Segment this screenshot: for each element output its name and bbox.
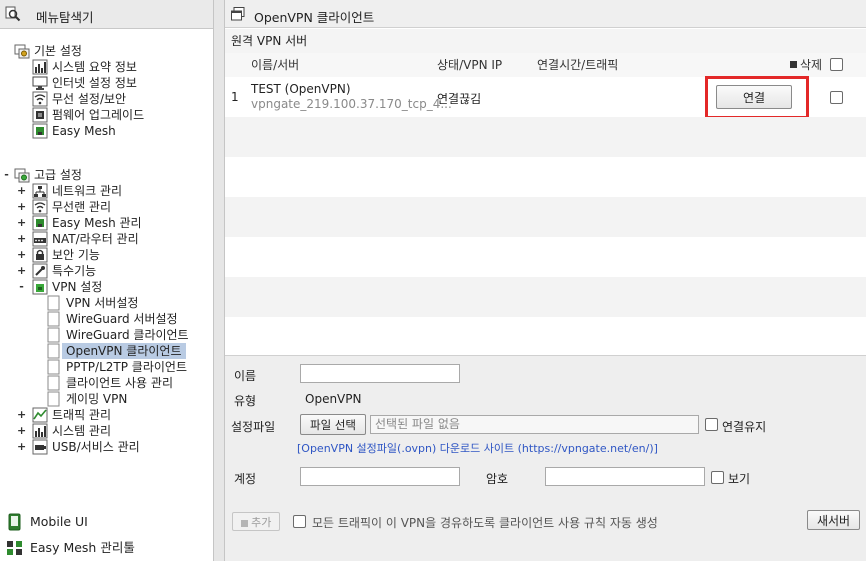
lock-icon [32, 247, 48, 263]
security-expander[interactable]: + [17, 247, 26, 263]
network-expander[interactable]: + [17, 183, 26, 199]
system-expander[interactable]: + [17, 423, 26, 439]
page-icon [46, 311, 62, 327]
row-name: TEST (OpenVPN) [251, 82, 351, 96]
advanced-settings-expander[interactable]: - [2, 167, 11, 183]
empty-row [225, 117, 866, 157]
highlight-box [705, 76, 809, 119]
openvpn-client-panel: OpenVPN 클라이언트 원격 VPN 서버 이름/서버 상태/VPN IP … [225, 0, 866, 561]
selected-menu-label: OpenVPN 클라이언트 [62, 343, 186, 359]
add-server-form: 이름 유형 OpenVPN 설정파일 파일 선택 선택된 파일 없음 연결유지 … [225, 355, 866, 561]
empty-row [225, 197, 866, 237]
add-button[interactable]: 추가 [232, 512, 280, 531]
usb-service-expander[interactable]: + [17, 439, 26, 455]
window-icon [231, 7, 245, 21]
col-status: 상태/VPN IP [437, 58, 503, 72]
new-server-button[interactable]: 새서버 [807, 510, 860, 530]
vpn-settings-expander[interactable]: - [17, 279, 26, 295]
router-icon [32, 231, 48, 247]
show-password-checkbox[interactable] [711, 471, 724, 484]
chart-icon [32, 423, 48, 439]
mesh-icon [32, 123, 48, 139]
keep-connection-label: 연결유지 [722, 420, 767, 434]
empty-row [225, 277, 866, 317]
config-file-label: 설정파일 [231, 420, 276, 434]
file-name-display: 선택된 파일 없음 [370, 415, 699, 434]
firmware-icon [32, 107, 48, 123]
delete-all-icon [790, 61, 797, 68]
auto-rule-label: 모든 트래픽이 이 VPN을 경유하도록 클라이언트 사용 규칙 자동 생성 [312, 516, 658, 530]
ovpn-download-link[interactable]: [OpenVPN 설정파일(.ovpn) 다운로드 사이트 (https://v… [297, 440, 658, 456]
chart-icon [32, 59, 48, 75]
col-name-server: 이름/서버 [251, 58, 300, 72]
mesh-tool-icon [6, 539, 24, 557]
page-icon [46, 343, 62, 359]
traffic-expander[interactable]: + [17, 407, 26, 423]
menu-explorer-panel: 메뉴탐색기 기본 설정 시스템 요약 정보 인터넷 설정 정보 무선 설정/보안 [0, 0, 213, 561]
search-icon [5, 6, 21, 22]
nat-router-expander[interactable]: + [17, 231, 26, 247]
network-icon [32, 183, 48, 199]
right-panel-header: OpenVPN 클라이언트 [225, 0, 866, 28]
table-header: 이름/서버 상태/VPN IP 연결시간/트래픽 삭제 [225, 53, 866, 77]
menu-explorer-header: 메뉴탐색기 [0, 0, 213, 29]
settings-folder-icon [14, 167, 30, 183]
empty-row [225, 237, 866, 277]
password-input[interactable] [545, 467, 705, 486]
mesh-icon [32, 215, 48, 231]
password-label: 암호 [486, 472, 509, 486]
wifi-icon [32, 91, 48, 107]
page-icon [46, 295, 62, 311]
traffic-icon [32, 407, 48, 423]
settings-folder-icon [14, 43, 30, 59]
mobile-icon [6, 513, 24, 531]
page-title: OpenVPN 클라이언트 [254, 10, 375, 25]
special-feature-expander[interactable]: + [17, 263, 26, 279]
col-connect-time: 연결시간/트래픽 [537, 58, 619, 72]
page-icon [46, 391, 62, 407]
row-status: 연결끊김 [437, 92, 482, 106]
panel-splitter[interactable] [213, 0, 225, 561]
page-icon [46, 327, 62, 343]
vpn-icon [32, 279, 48, 295]
name-input[interactable] [300, 364, 460, 383]
empty-row [225, 157, 866, 197]
keep-connection-checkbox[interactable] [705, 418, 718, 431]
tools-icon [32, 263, 48, 279]
wifi-icon [32, 199, 48, 215]
remote-vpn-server-section: 원격 VPN 서버 [225, 29, 866, 53]
row-server: vpngate_219.100.37.170_tcp_4... [251, 97, 452, 111]
type-label: 유형 [234, 394, 257, 408]
page-icon [46, 375, 62, 391]
col-delete: 삭제 [800, 58, 823, 72]
row-index: 1 [231, 90, 239, 104]
wireless-expander[interactable]: + [17, 199, 26, 215]
account-label: 계정 [234, 472, 257, 486]
add-icon [240, 519, 248, 527]
name-label: 이름 [234, 369, 257, 383]
type-value: OpenVPN [305, 392, 362, 406]
easy-mesh-expander[interactable]: + [17, 215, 26, 231]
monitor-icon [32, 75, 48, 91]
show-password-label: 보기 [728, 472, 751, 486]
usb-icon [32, 439, 48, 455]
auto-rule-checkbox[interactable] [293, 515, 306, 528]
account-input[interactable] [300, 467, 460, 486]
row-delete-checkbox[interactable] [830, 91, 843, 104]
empty-row [225, 317, 866, 355]
select-all-checkbox[interactable] [830, 58, 843, 71]
menu-explorer-title: 메뉴탐색기 [36, 10, 94, 25]
page-icon [46, 359, 62, 375]
choose-file-button[interactable]: 파일 선택 [300, 414, 366, 435]
